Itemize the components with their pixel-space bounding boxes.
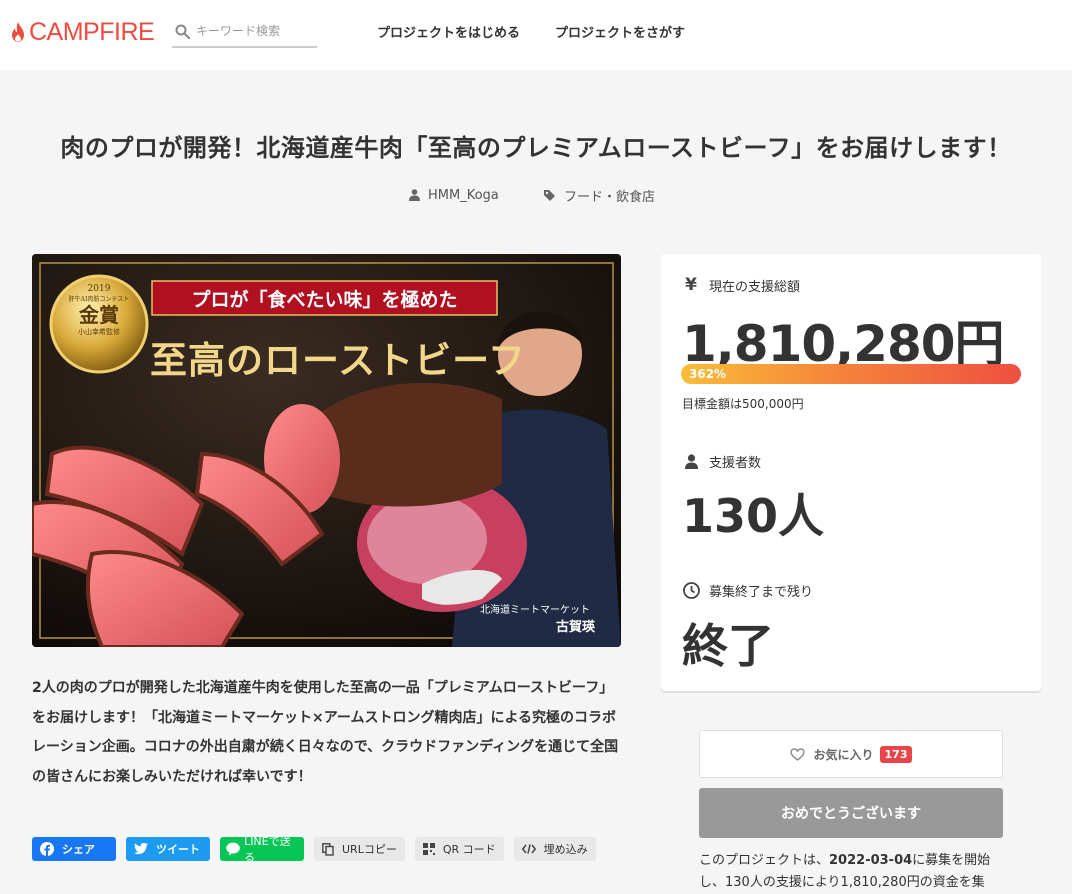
favorite-count-badge: 173 xyxy=(879,745,913,763)
line-icon xyxy=(226,842,240,856)
total-label: 現在の支援総額 xyxy=(709,279,801,295)
url-copy-button[interactable]: URLコピー xyxy=(314,837,405,861)
twitter-share-button[interactable]: ツイート xyxy=(126,837,210,861)
share-buttons: シェア ツイート LINEで送る URLコピー QR コード 埋め込み xyxy=(32,835,596,864)
summary-date: 2022-03-04 xyxy=(829,853,913,868)
twitter-share-label: ツイート xyxy=(156,843,200,856)
code-icon xyxy=(521,844,536,854)
qr-code-label: QR コード xyxy=(442,843,496,856)
badge-contest: 肝牛AI肉肪コンテスト xyxy=(68,296,130,303)
logo-text: CAMPFIRE xyxy=(29,17,155,46)
line-share-button[interactable]: LINEで送る xyxy=(220,835,304,864)
heart-icon xyxy=(789,747,805,761)
nav-start-project[interactable]: プロジェクトをはじめる xyxy=(377,22,520,41)
embed-button[interactable]: 埋め込み xyxy=(513,837,596,861)
remaining-value: 終了 xyxy=(682,619,774,673)
project-main-image: 2019 肝牛AI肉肪コンテスト 金賞 小山幸希監修 プロが「食べたい味」を極め… xyxy=(32,254,621,647)
qr-code-icon xyxy=(422,843,435,855)
search-icon xyxy=(175,24,190,39)
category-name: フード・飲食店 xyxy=(564,189,656,205)
hero-caption-name: 古賀瑛 xyxy=(556,620,596,635)
site-header: CAMPFIRE プロジェクトをはじめる プロジェクトをさがす xyxy=(0,0,1072,70)
facebook-icon xyxy=(40,842,54,856)
remaining-label-row: 募集終了まで残り xyxy=(682,581,813,600)
progress-percent: 362% xyxy=(689,367,727,381)
facebook-share-label: シェア xyxy=(62,843,95,856)
qr-code-button[interactable]: QR コード xyxy=(414,837,504,861)
badge-supervisor: 小山幸希監修 xyxy=(78,328,120,336)
summary-prefix: このプロジェクトは、 xyxy=(699,853,830,868)
facebook-share-button[interactable]: シェア xyxy=(32,837,116,861)
favorite-label: お気に入り xyxy=(813,747,874,762)
hero-caption-company: 北海道ミートマーケット xyxy=(480,605,590,616)
search-box[interactable] xyxy=(172,16,317,48)
yen-icon: ¥ xyxy=(685,275,697,295)
favorite-button[interactable]: お気に入り 173 xyxy=(699,730,1003,778)
funding-stats-panel: ¥ 現在の支援総額 1,810,280円 362% 目標金額は500,000円 … xyxy=(661,254,1041,691)
search-input[interactable] xyxy=(196,24,311,38)
supporters-label: 支援者数 xyxy=(709,456,762,471)
project-summary-text: このプロジェクトは、2022-03-04に募集を開始し、130人の支援により1,… xyxy=(699,850,1009,894)
user-icon xyxy=(409,189,420,201)
twitter-icon xyxy=(134,843,148,855)
campfire-logo[interactable]: CAMPFIRE xyxy=(10,17,155,47)
flame-icon xyxy=(12,22,24,42)
tag-icon xyxy=(544,189,555,201)
progress-bar: 362% xyxy=(681,364,1021,384)
congratulations-button[interactable]: おめでとうございます xyxy=(699,788,1003,838)
supporters-count: 130人 xyxy=(682,489,825,543)
embed-label: 埋め込み xyxy=(543,843,588,856)
hero-headline: 至高のローストビーフ xyxy=(150,338,526,382)
nav-find-project[interactable]: プロジェクトをさがす xyxy=(555,22,685,41)
owner-name: HMM_Koga xyxy=(428,187,499,203)
remaining-label: 募集終了まで残り xyxy=(709,585,814,600)
badge-award: 金賞 xyxy=(79,303,119,327)
url-copy-label: URLコピー xyxy=(342,843,397,856)
project-title: 肉のプロが開発！北海道産牛肉「至高のプレミアムローストビーフ」をお届けします！ xyxy=(60,134,1012,162)
project-owner[interactable]: HMM_Koga xyxy=(409,185,499,205)
goal-amount: 目標金額は500,000円 xyxy=(682,397,804,411)
user-icon xyxy=(682,454,700,469)
hero-banner-text: プロが「食べたい味」を極めた xyxy=(191,289,458,311)
badge-year: 2019 xyxy=(87,284,111,294)
project-category[interactable]: フード・飲食店 xyxy=(543,185,655,205)
line-share-label: LINEで送る xyxy=(244,835,291,864)
clock-icon xyxy=(682,582,700,599)
copy-icon xyxy=(322,842,334,856)
project-description: 2人の肉のプロが開発した北海道産牛肉を使用した至高の一品「プレミアムローストビー… xyxy=(32,680,619,785)
total-label-row: ¥ 現在の支援総額 xyxy=(682,275,800,295)
supporters-label-row: 支援者数 xyxy=(682,452,761,471)
